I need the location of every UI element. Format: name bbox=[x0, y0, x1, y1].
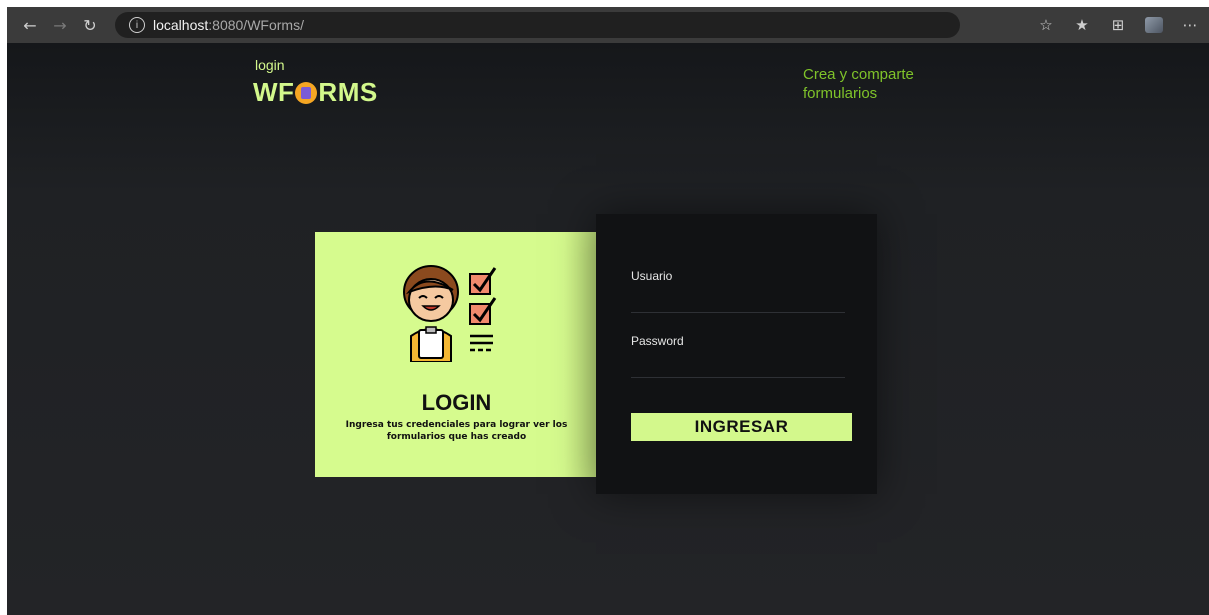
nav-login-link[interactable]: login bbox=[255, 57, 285, 73]
password-input[interactable] bbox=[631, 354, 845, 378]
form-logo-icon bbox=[295, 81, 318, 104]
collections-icon[interactable]: ⊞ bbox=[1109, 16, 1127, 34]
login-info-card: LOGIN Ingresa tus credenciales para logr… bbox=[315, 232, 598, 477]
profile-avatar[interactable] bbox=[1145, 17, 1163, 33]
back-arrow-icon[interactable]: ← bbox=[15, 10, 45, 40]
username-input[interactable] bbox=[631, 289, 845, 313]
tagline: Crea y comparte formularios bbox=[803, 66, 914, 102]
page: login WF RMS Crea y comparte formularios bbox=[7, 43, 1209, 615]
refresh-icon[interactable]: ↻ bbox=[75, 10, 105, 40]
brand-prefix: WF bbox=[253, 77, 295, 107]
person-checklist-illustration-icon bbox=[403, 265, 497, 362]
address-bar[interactable]: i localhost:8080/WForms/ bbox=[115, 12, 960, 38]
url-host: localhost bbox=[153, 17, 209, 33]
brand-suffix: RMS bbox=[318, 77, 378, 107]
info-icon[interactable]: i bbox=[129, 17, 145, 33]
more-options-icon[interactable]: ⋯ bbox=[1181, 16, 1199, 34]
login-form-card: Usuario Password INGRESAR bbox=[596, 214, 877, 494]
login-heading: LOGIN bbox=[421, 390, 492, 415]
url-path: :8080/WForms/ bbox=[208, 17, 304, 33]
brand-logo[interactable]: WF RMS bbox=[253, 77, 378, 108]
favorites-icon[interactable]: ★ bbox=[1073, 16, 1091, 34]
add-favorite-icon[interactable]: ☆ bbox=[1037, 16, 1055, 34]
username-label: Usuario bbox=[631, 269, 673, 283]
login-description: Ingresa tus credenciales para lograr ver… bbox=[345, 420, 568, 442]
forward-arrow-icon[interactable]: → bbox=[45, 10, 75, 40]
password-label: Password bbox=[631, 334, 684, 348]
browser-toolbar: ← → ↻ i localhost:8080/WForms/ ☆ ★ ⊞ ⋯ bbox=[7, 7, 1209, 43]
submit-button[interactable]: INGRESAR bbox=[631, 413, 852, 441]
